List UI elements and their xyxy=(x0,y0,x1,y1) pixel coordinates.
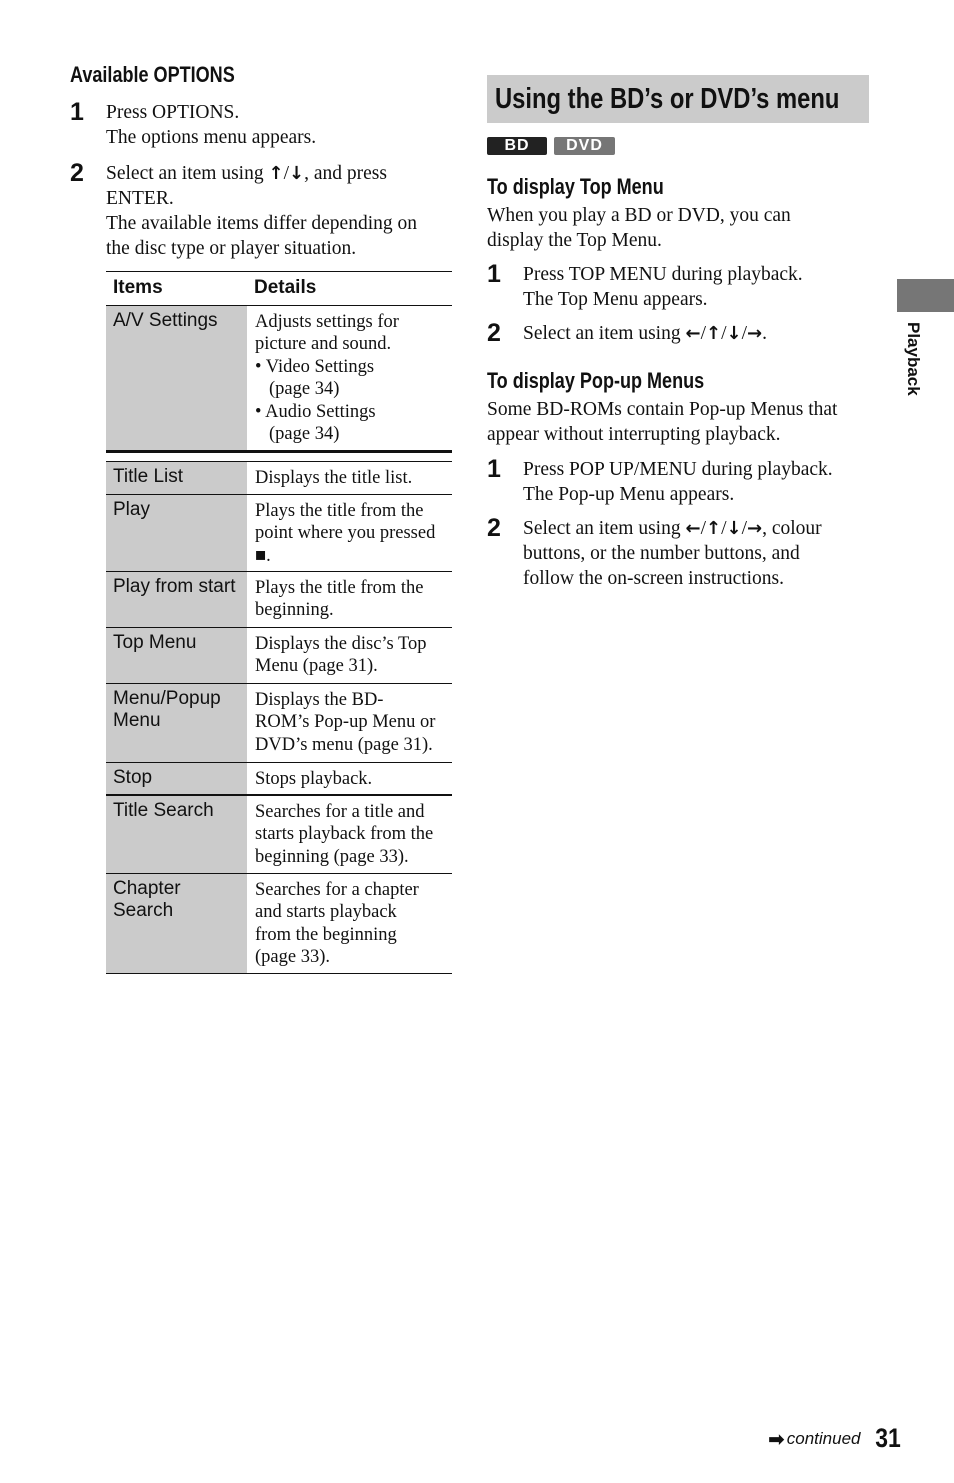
up-arrow-icon: ↑ xyxy=(268,163,284,184)
table-row: A/V Settings Adjusts settings for pictur… xyxy=(106,305,452,450)
item-cell: Play xyxy=(106,494,247,571)
table-row: Play Plays the title from the point wher… xyxy=(106,494,452,571)
subheading-popup-menus: To display Pop-up Menus xyxy=(487,368,705,393)
step-text: The Pop-up Menu appears. xyxy=(523,484,735,505)
step-text: The available items differ depending on xyxy=(106,213,417,234)
item-cell: A/V Settings xyxy=(106,305,247,450)
dvd-badge: DVD xyxy=(554,137,615,155)
step-text: buttons, or the number buttons, and xyxy=(523,543,800,564)
up-arrow-icon: ↑ xyxy=(705,323,722,344)
table-row: Title Search Searches for a title and st… xyxy=(106,795,452,873)
step-number: 1 xyxy=(70,98,84,126)
left-arrow-icon: ← xyxy=(685,518,701,539)
header-items: Items xyxy=(106,272,247,305)
down-arrow-icon: ↓ xyxy=(288,163,305,184)
continued-arrow-icon: ➡ xyxy=(768,1426,785,1451)
details-cell: Displays the title list. xyxy=(255,467,413,488)
step-text: The Top Menu appears. xyxy=(523,289,708,310)
chapter-tab-label: Playback xyxy=(904,322,923,396)
options-table: Items Details A/V Settings Adjusts setti… xyxy=(106,271,452,974)
step-text: the disc type or player situation. xyxy=(106,238,357,259)
item-cell: Top Menu xyxy=(106,627,247,683)
item-cell: Play from start xyxy=(106,571,247,627)
item-cell: Stop xyxy=(106,762,247,794)
step-text: Select an item using ↑/↓, and press xyxy=(106,163,387,184)
step-text: Press POP UP/MENU during playback. xyxy=(523,459,833,480)
step-text: follow the on-screen instructions. xyxy=(523,568,785,589)
table-row: Chapter Search Searches for a chapter an… xyxy=(106,873,452,973)
stop-icon: ■. xyxy=(255,545,271,566)
details-cell: Searches for a chapter and starts playba… xyxy=(255,879,419,968)
step-number: 1 xyxy=(487,455,501,483)
up-arrow-icon: ↑ xyxy=(705,518,722,539)
details-cell: Adjusts settings for picture and sound. … xyxy=(255,311,399,445)
right-arrow-icon: → xyxy=(747,518,763,539)
step-number: 2 xyxy=(487,514,501,542)
step-text: Select an item using ←/↑/↓/→, colour xyxy=(523,518,822,539)
step-number: 1 xyxy=(487,260,501,288)
header-details: Details xyxy=(247,272,452,305)
section-heading-available-options: Available OPTIONS xyxy=(70,62,235,87)
details-cell: Searches for a title and starts playback… xyxy=(255,801,434,867)
details-cell: Displays the disc’s Top Menu (page 31). xyxy=(255,633,427,677)
section-title-bar: Using the BD’s or DVD’s menu xyxy=(487,75,869,123)
bd-badge: BD xyxy=(487,137,547,155)
table-row: Top Menu Displays the disc’s Top Menu (p… xyxy=(106,627,452,683)
item-cell: Menu/Popup Menu xyxy=(106,683,247,762)
popup-intro: Some BD-ROMs contain Pop-up Menus that a… xyxy=(487,399,838,445)
section-title: Using the BD’s or DVD’s menu xyxy=(495,83,840,115)
table-row: Play from start Plays the title from the… xyxy=(106,571,452,627)
step-text: ENTER. xyxy=(106,188,174,209)
table-row: Title List Displays the title list. xyxy=(106,461,452,494)
item-cell: Chapter Search xyxy=(106,873,247,973)
left-arrow-icon: ← xyxy=(685,323,701,344)
page-footer: ➡ continued 31 xyxy=(768,1423,903,1454)
item-cell: Title Search xyxy=(106,795,247,873)
step-text: Press OPTIONS. xyxy=(106,102,240,123)
down-arrow-icon: ↓ xyxy=(726,323,742,344)
step-text: Press TOP MENU during playback. xyxy=(523,264,803,285)
details-cell: Stops playback. xyxy=(255,768,373,789)
step-text: The options menu appears. xyxy=(106,127,317,148)
top-menu-intro: When you play a BD or DVD, you can displ… xyxy=(487,205,791,251)
details-cell: Plays the title from the beginning. xyxy=(255,577,424,621)
step-text: Select an item using ←/↑/↓/→. xyxy=(523,323,767,344)
details-cell: Plays the title from the point where you… xyxy=(247,495,452,571)
details-cell: Displays the BD- ROM’s Pop-up Menu or DV… xyxy=(255,689,436,755)
right-arrow-icon: → xyxy=(747,323,763,344)
down-arrow-icon: ↓ xyxy=(726,518,742,539)
chapter-tab-marker xyxy=(897,279,954,312)
subheading-top-menu: To display Top Menu xyxy=(487,174,664,199)
table-row: Menu/Popup Menu Displays the BD- ROM’s P… xyxy=(106,683,452,762)
step-number: 2 xyxy=(487,319,501,347)
table-row: Stop Stops playback. xyxy=(106,762,452,794)
step-number: 2 xyxy=(70,159,84,187)
continued-label: continued xyxy=(786,1428,861,1448)
table-header-row: Items Details xyxy=(106,272,452,305)
page-number: 31 xyxy=(874,1423,901,1453)
item-cell: Title List xyxy=(106,461,247,494)
